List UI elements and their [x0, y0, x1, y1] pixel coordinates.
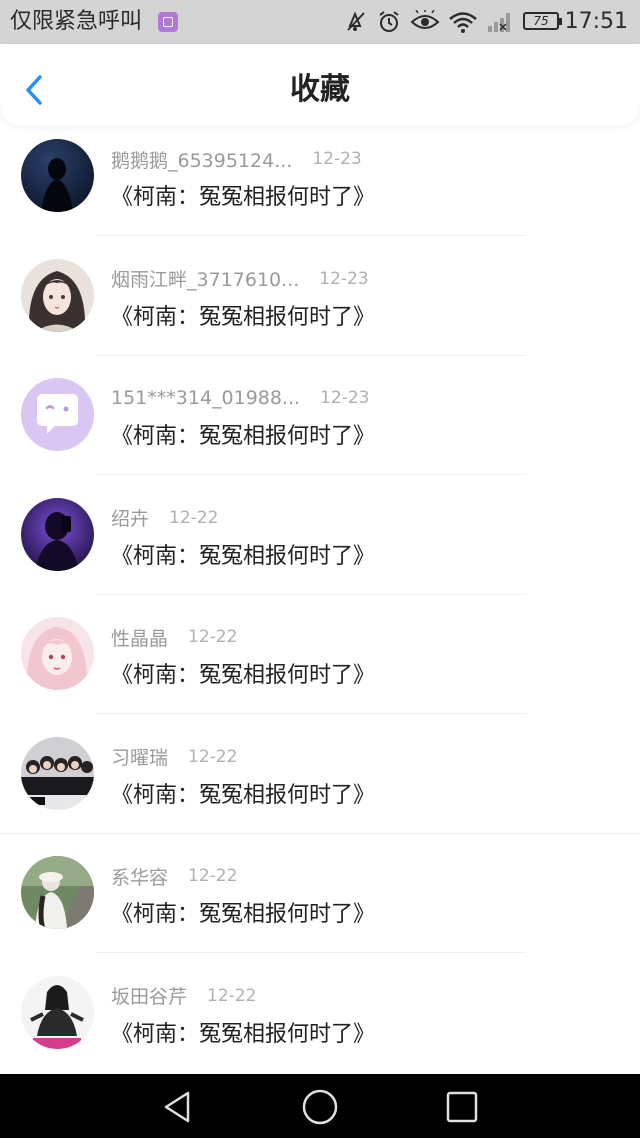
item-date: 12-23: [320, 388, 370, 408]
list-item[interactable]: 系华容 12-22 《柯南：冤冤相报何时了》: [0, 844, 640, 964]
avatar[interactable]: [21, 736, 94, 810]
header: 收藏: [0, 44, 640, 126]
signal-icon: [488, 13, 510, 32]
item-date: 12-22: [188, 746, 238, 767]
list-item[interactable]: 151***314_01988... 12-23 《柯南：冤冤相报何时了》: [0, 366, 640, 486]
carrier-app-icon: [158, 12, 178, 32]
pink-anime-avatar: [21, 617, 94, 690]
avatar[interactable]: [21, 258, 94, 332]
page-title: 收藏: [290, 72, 350, 107]
carrier-label: 仅限紧急呼叫: [10, 9, 143, 34]
group-photo-avatar: [21, 736, 94, 810]
anime-girl-avatar: [21, 258, 94, 332]
navigation-bar: [0, 1074, 640, 1138]
list-item[interactable]: 性晶晶 12-22 《柯南：冤冤相报何时了》: [0, 605, 640, 725]
user-name[interactable]: 系华容: [111, 863, 168, 890]
bw-portrait-avatar: [21, 975, 94, 1049]
favorite-title[interactable]: 《柯南：冤冤相报何时了》: [111, 657, 375, 689]
favorite-title[interactable]: 《柯南：冤冤相报何时了》: [111, 538, 375, 570]
nav-back-icon[interactable]: [158, 1087, 198, 1127]
list-item[interactable]: 鹅鹅鹅_65395124... 12-23 《柯南：冤冤相报何时了》: [0, 127, 640, 247]
list-item[interactable]: 坂田谷芹 12-22 《柯南：冤冤相报何时了》: [0, 964, 640, 1084]
favorite-title[interactable]: 《柯南：冤冤相报何时了》: [111, 1016, 375, 1048]
user-name[interactable]: 烟雨江畔_3717610...: [111, 265, 299, 292]
avatar[interactable]: [21, 856, 94, 929]
status-time: 17:51: [564, 9, 628, 34]
favorite-title[interactable]: 《柯南：冤冤相报何时了》: [111, 418, 375, 450]
favorite-title[interactable]: 《柯南：冤冤相报何时了》: [111, 896, 375, 928]
status-bar: 仅限紧急呼叫 75 17:51: [0, 0, 640, 44]
divider: [96, 713, 526, 714]
favorite-title[interactable]: 《柯南：冤冤相报何时了》: [111, 777, 375, 809]
outdoor-girl-avatar: [21, 856, 94, 929]
favorites-list: 鹅鹅鹅_65395124... 12-23 《柯南：冤冤相报何时了》 烟雨江畔_…: [0, 127, 640, 1083]
nav-recents-icon[interactable]: [442, 1087, 482, 1127]
divider: [96, 235, 526, 236]
favorite-title[interactable]: 《柯南：冤冤相报何时了》: [111, 299, 375, 331]
item-date: 12-22: [207, 985, 257, 1006]
default-chat-avatar: [21, 378, 94, 451]
divider: [96, 593, 526, 595]
avatar[interactable]: [21, 378, 94, 451]
avatar[interactable]: [21, 497, 94, 571]
wifi-icon: [449, 12, 477, 33]
item-date: 12-22: [188, 627, 238, 647]
eye-comfort-icon: [410, 10, 440, 29]
divider: [96, 474, 526, 475]
item-date: 12-23: [312, 149, 362, 169]
alarm-icon: [379, 11, 399, 32]
list-item[interactable]: 烟雨江畔_3717610... 12-23 《柯南：冤冤相报何时了》: [0, 247, 640, 367]
user-name[interactable]: 性晶晶: [111, 624, 168, 651]
battery-icon: 75: [523, 12, 562, 30]
item-date: 12-22: [169, 507, 219, 528]
list-item[interactable]: 习曜瑞 12-22 《柯南：冤冤相报何时了》: [0, 725, 640, 845]
divider: [0, 832, 640, 834]
list-item[interactable]: 绍卉 12-22 《柯南：冤冤相报何时了》: [0, 486, 640, 606]
user-name[interactable]: 绍卉: [111, 504, 149, 531]
avatar[interactable]: [21, 617, 94, 690]
user-name[interactable]: 151***314_01988...: [111, 387, 300, 409]
nav-home-icon[interactable]: [300, 1087, 340, 1127]
dark-silhouette-avatar: [21, 139, 94, 212]
user-name[interactable]: 习曜瑞: [111, 743, 168, 770]
favorite-title[interactable]: 《柯南：冤冤相报何时了》: [111, 179, 375, 211]
item-date: 12-22: [188, 866, 238, 886]
avatar[interactable]: [21, 139, 94, 212]
mute-icon: [347, 11, 365, 31]
divider: [96, 354, 526, 356]
item-date: 12-23: [319, 268, 369, 289]
divider: [96, 952, 526, 953]
user-name[interactable]: 坂田谷芹: [111, 982, 187, 1009]
avatar[interactable]: [21, 975, 94, 1049]
purple-selfie-avatar: [21, 497, 94, 571]
user-name[interactable]: 鹅鹅鹅_65395124...: [111, 146, 292, 173]
